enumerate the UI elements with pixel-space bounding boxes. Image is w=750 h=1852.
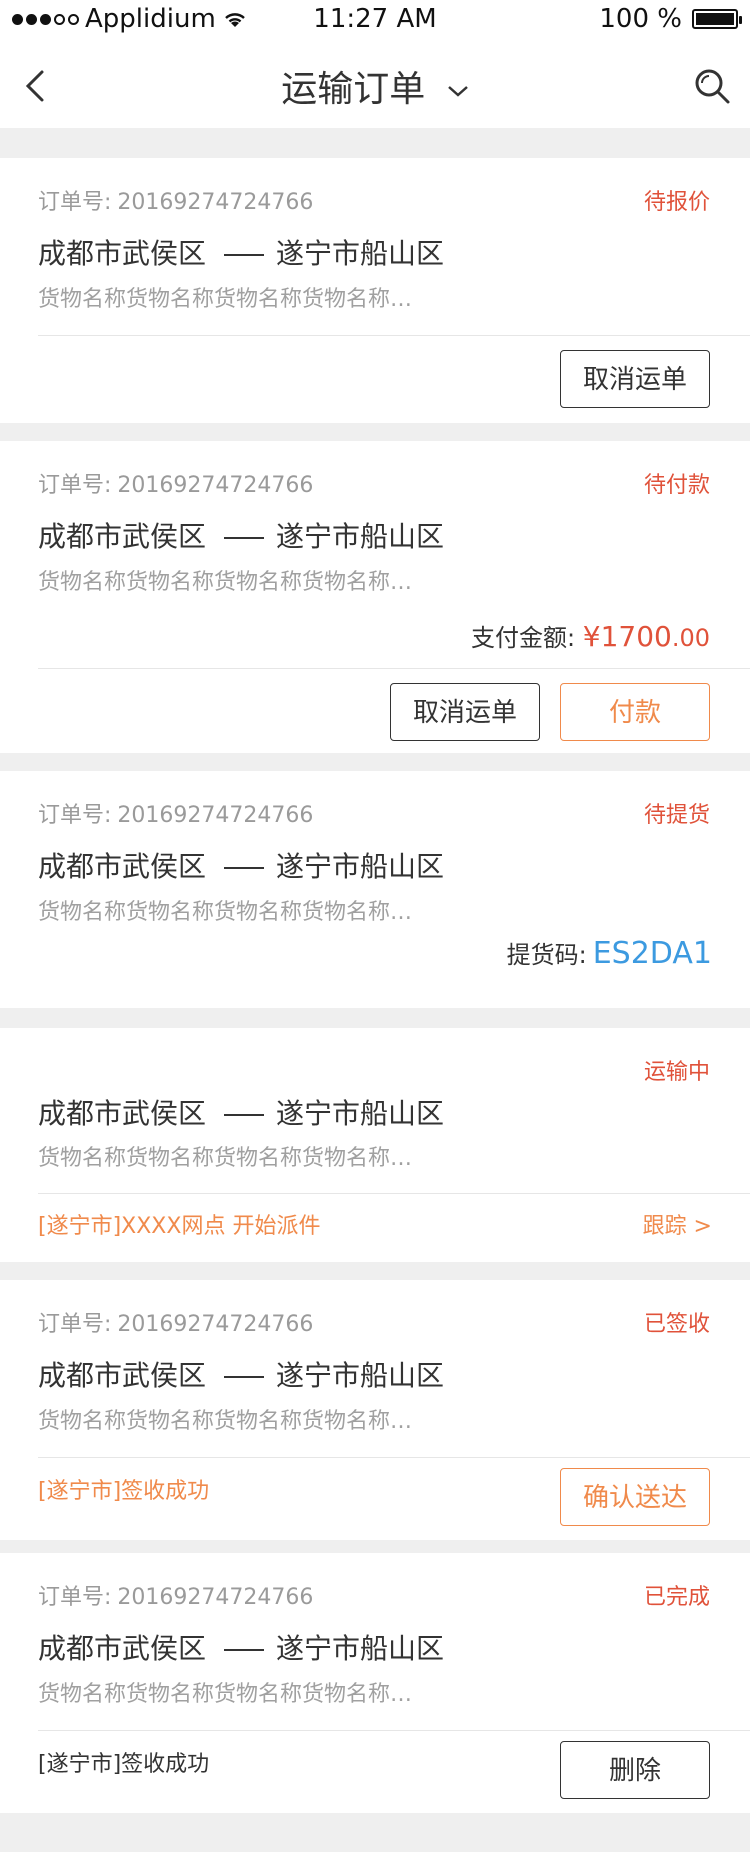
goods-name: 货物名称货物名称货物名称货物名称… (38, 900, 413, 925)
track-link[interactable]: 跟踪 > (643, 1208, 712, 1240)
order-number: 订单号: 20169274724766 (38, 1579, 313, 1611)
goods-name: 货物名称货物名称货物名称货物名称… (38, 570, 413, 595)
order-number-label: 订单号: (38, 1585, 112, 1610)
order-number: 订单号: 20169274724766 (38, 1306, 313, 1338)
amount-decimal: .00 (671, 624, 710, 652)
order-card[interactable]: 订单号: 20169274724766 已签收 成都市武侯区 遂宁市船山区 货物名称… (0, 1280, 750, 1540)
battery-icon (692, 9, 742, 29)
route-to: 遂宁市船山区 (276, 850, 445, 883)
pay-button[interactable]: 付款 (560, 683, 710, 741)
order-number-label: 订单号: (38, 190, 112, 215)
route: 成都市武侯区 遂宁市船山区 (38, 1092, 444, 1132)
status-badge: 已完成 (643, 1585, 710, 1610)
route-to: 遂宁市船山区 (276, 237, 445, 270)
status-right: 100 % (599, 4, 742, 34)
search-icon[interactable] (692, 66, 732, 106)
route-from: 成都市武侯区 (38, 1097, 207, 1130)
tracking-status: [遂宁市]XXXX网点 开始派件 (38, 1214, 321, 1239)
cancel-order-button[interactable]: 取消运单 (560, 350, 710, 408)
nav-bar: 运输订单 (0, 38, 750, 128)
order-number: 订单号: 20169274724766 (38, 467, 313, 499)
sign-note: [遂宁市]签收成功 (38, 1479, 210, 1504)
cancel-order-button[interactable]: 取消运单 (390, 683, 540, 741)
payment-amount-label: 支付金额: (471, 624, 576, 652)
divider (38, 335, 750, 336)
route: 成都市武侯区 遂宁市船山区 (38, 1627, 444, 1667)
status-badge: 待报价 (643, 190, 710, 215)
order-card[interactable]: 订单号: 20169274724766 待报价 成都市武侯区 遂宁市船山区 货物名称… (0, 158, 750, 423)
route-from: 成都市武侯区 (38, 850, 207, 883)
goods-name: 货物名称货物名称货物名称货物名称… (38, 1409, 413, 1434)
route-from: 成都市武侯区 (38, 1632, 207, 1665)
order-number: 订单号: 20169274724766 (38, 797, 313, 829)
order-number-label: 订单号: (38, 1312, 112, 1337)
status-badge: 运输中 (643, 1060, 710, 1085)
order-card[interactable]: 订单号: 20169274724766 待提货 成都市武侯区 遂宁市船山区 货物名称… (0, 771, 750, 1008)
route: 成都市武侯区 遂宁市船山区 (38, 1354, 444, 1394)
route-from: 成都市武侯区 (38, 237, 207, 270)
route-dash (224, 867, 265, 869)
route-from: 成都市武侯区 (38, 1359, 207, 1392)
divider (38, 1457, 750, 1458)
route: 成都市武侯区 遂宁市船山区 (38, 845, 444, 885)
route-from: 成都市武侯区 (38, 520, 207, 553)
confirm-delivery-button[interactable]: 确认送达 (560, 1468, 710, 1526)
status-badge: 待付款 (643, 473, 710, 498)
order-number-value: 20169274724766 (117, 190, 314, 215)
goods-name: 货物名称货物名称货物名称货物名称… (38, 1146, 413, 1171)
divider (38, 668, 750, 669)
order-number-label: 订单号: (38, 473, 112, 498)
order-number-value: 20169274724766 (117, 1312, 314, 1337)
amount-integer: ¥1700 (582, 620, 672, 653)
route-to: 遂宁市船山区 (276, 1359, 445, 1392)
status-badge: 待提货 (643, 803, 710, 828)
route-to: 遂宁市船山区 (276, 1632, 445, 1665)
route-to: 遂宁市船山区 (276, 1097, 445, 1130)
delete-button[interactable]: 删除 (560, 1741, 710, 1799)
goods-name: 货物名称货物名称货物名称货物名称… (38, 1682, 413, 1707)
order-card[interactable]: 订单号: 20169274724766 已完成 成都市武侯区 遂宁市船山区 货物名称… (0, 1553, 750, 1813)
divider (38, 1730, 750, 1731)
chevron-down-icon (447, 86, 468, 97)
route-to: 遂宁市船山区 (276, 520, 445, 553)
order-number-value: 20169274724766 (117, 1585, 314, 1610)
page-title-text: 运输订单 (281, 69, 426, 110)
order-number-value: 20169274724766 (117, 473, 314, 498)
order-card[interactable]: 运输中 成都市武侯区 遂宁市船山区 货物名称货物名称货物名称货物名称… [遂宁市]… (0, 1028, 750, 1262)
order-number-label: 订单号: (38, 803, 112, 828)
pickup-code: ES2DA1 (592, 936, 712, 971)
order-number: 订单号: 20169274724766 (38, 184, 313, 216)
sign-note: [遂宁市]签收成功 (38, 1752, 210, 1777)
battery-percent: 100 % (599, 4, 682, 34)
order-card[interactable]: 订单号: 20169274724766 待付款 成都市武侯区 遂宁市船山区 货物名称… (0, 441, 750, 753)
route-dash (224, 537, 265, 539)
route-dash (224, 1114, 265, 1116)
route-dash (224, 1649, 265, 1651)
goods-name: 货物名称货物名称货物名称货物名称… (38, 287, 413, 312)
page-title[interactable]: 运输订单 (0, 60, 750, 112)
route: 成都市武侯区 遂宁市船山区 (38, 515, 444, 555)
pickup-code-row: 提货码: ES2DA1 (507, 935, 712, 971)
payment-amount: 支付金额: ¥1700.00 (471, 618, 710, 653)
route: 成都市武侯区 遂宁市船山区 (38, 232, 444, 272)
status-bar: Applidium 11:27 AM 100 % (0, 0, 750, 38)
divider (38, 1193, 750, 1194)
route-dash (224, 1376, 265, 1378)
status-badge: 已签收 (643, 1312, 710, 1337)
route-dash (224, 254, 265, 256)
pickup-code-label: 提货码: (506, 941, 587, 969)
payment-amount-value: ¥1700.00 (583, 620, 710, 653)
order-number-value: 20169274724766 (117, 803, 314, 828)
